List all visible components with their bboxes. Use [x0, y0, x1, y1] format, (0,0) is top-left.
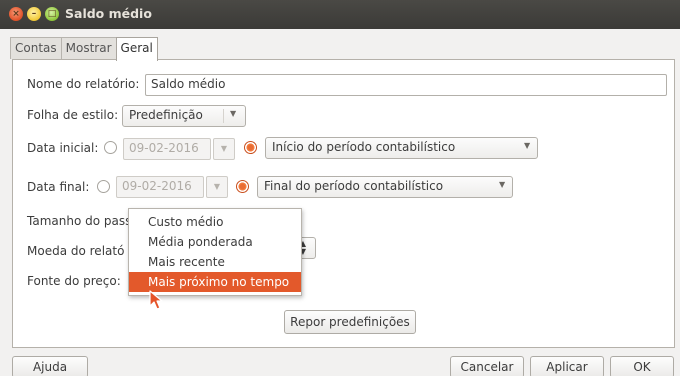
close-icon: × [12, 9, 20, 19]
title-bar: × – □ Saldo médio [0, 0, 680, 29]
menu-item-media-ponderada[interactable]: Média ponderada [129, 232, 301, 252]
menu-item-mais-recente[interactable]: Mais recente [129, 252, 301, 272]
close-window-button[interactable]: × [9, 7, 23, 21]
end-date-absolute-radio[interactable] [97, 180, 110, 193]
start-date-label: Data inicial: [27, 141, 99, 155]
price-source-label: Fonte do preço: [27, 274, 121, 288]
chevron-down-icon: ▼ [213, 182, 221, 191]
start-period-value: Início do período contabilístico [272, 140, 456, 154]
cancel-button[interactable]: Cancelar [450, 356, 524, 376]
menu-item-custo-medio[interactable]: Custo médio [129, 212, 301, 232]
help-button[interactable]: Ajuda [12, 356, 88, 376]
mouse-cursor-icon [149, 290, 163, 310]
report-name-input[interactable]: Saldo médio [145, 74, 667, 96]
maximize-window-button[interactable]: □ [45, 7, 59, 21]
maximize-icon: □ [47, 9, 57, 19]
start-period-combo[interactable]: Início do período contabilístico ▼ [265, 137, 538, 159]
end-period-combo[interactable]: Final do período contabilístico ▼ [257, 176, 513, 198]
chevron-down-icon: ▼ [220, 144, 228, 153]
step-size-label: Tamanho do pass [27, 214, 132, 228]
minimize-icon: – [31, 9, 37, 19]
chevron-down-icon: ▼ [230, 109, 237, 118]
ok-button[interactable]: OK [610, 356, 674, 376]
reset-defaults-button[interactable]: Repor predefinições [284, 310, 416, 334]
style-sheet-label: Folha de estilo: [27, 108, 119, 122]
chevron-down-icon: ▼ [524, 141, 531, 150]
apply-button[interactable]: Aplicar [530, 356, 604, 376]
minimize-window-button[interactable]: – [27, 7, 41, 21]
end-period-value: Final do período contabilístico [264, 179, 444, 193]
window-title: Saldo médio [65, 6, 152, 21]
end-date-label: Data final: [27, 180, 90, 194]
start-date-input[interactable]: 09-02-2016 [123, 138, 211, 160]
price-source-dropdown: Custo médio Média ponderada Mais recente… [128, 208, 302, 296]
end-date-relative-radio[interactable] [236, 180, 249, 193]
report-name-label: Nome do relatório: [27, 77, 140, 91]
end-date-picker-button[interactable]: ▼ [206, 176, 228, 198]
start-date-absolute-radio[interactable] [104, 141, 117, 154]
end-date-input[interactable]: 09-02-2016 [116, 176, 204, 198]
combo-separator [223, 109, 224, 123]
currency-label: Moeda do relató [27, 244, 125, 258]
chevron-down-icon: ▼ [499, 180, 506, 189]
tab-geral[interactable]: Geral [115, 37, 158, 61]
dialog-body: Contas Mostrar Geral Nome do relatório: … [0, 29, 680, 376]
style-sheet-value: Predefinição [129, 108, 203, 122]
start-date-picker-button[interactable]: ▼ [213, 138, 235, 160]
start-date-relative-radio[interactable] [244, 141, 257, 154]
style-sheet-combo[interactable]: Predefinição ▼ [122, 105, 246, 127]
menu-item-mais-proximo[interactable]: Mais próximo no tempo [129, 272, 301, 292]
form-area: Nome do relatório: Saldo médio Folha de … [0, 29, 680, 376]
